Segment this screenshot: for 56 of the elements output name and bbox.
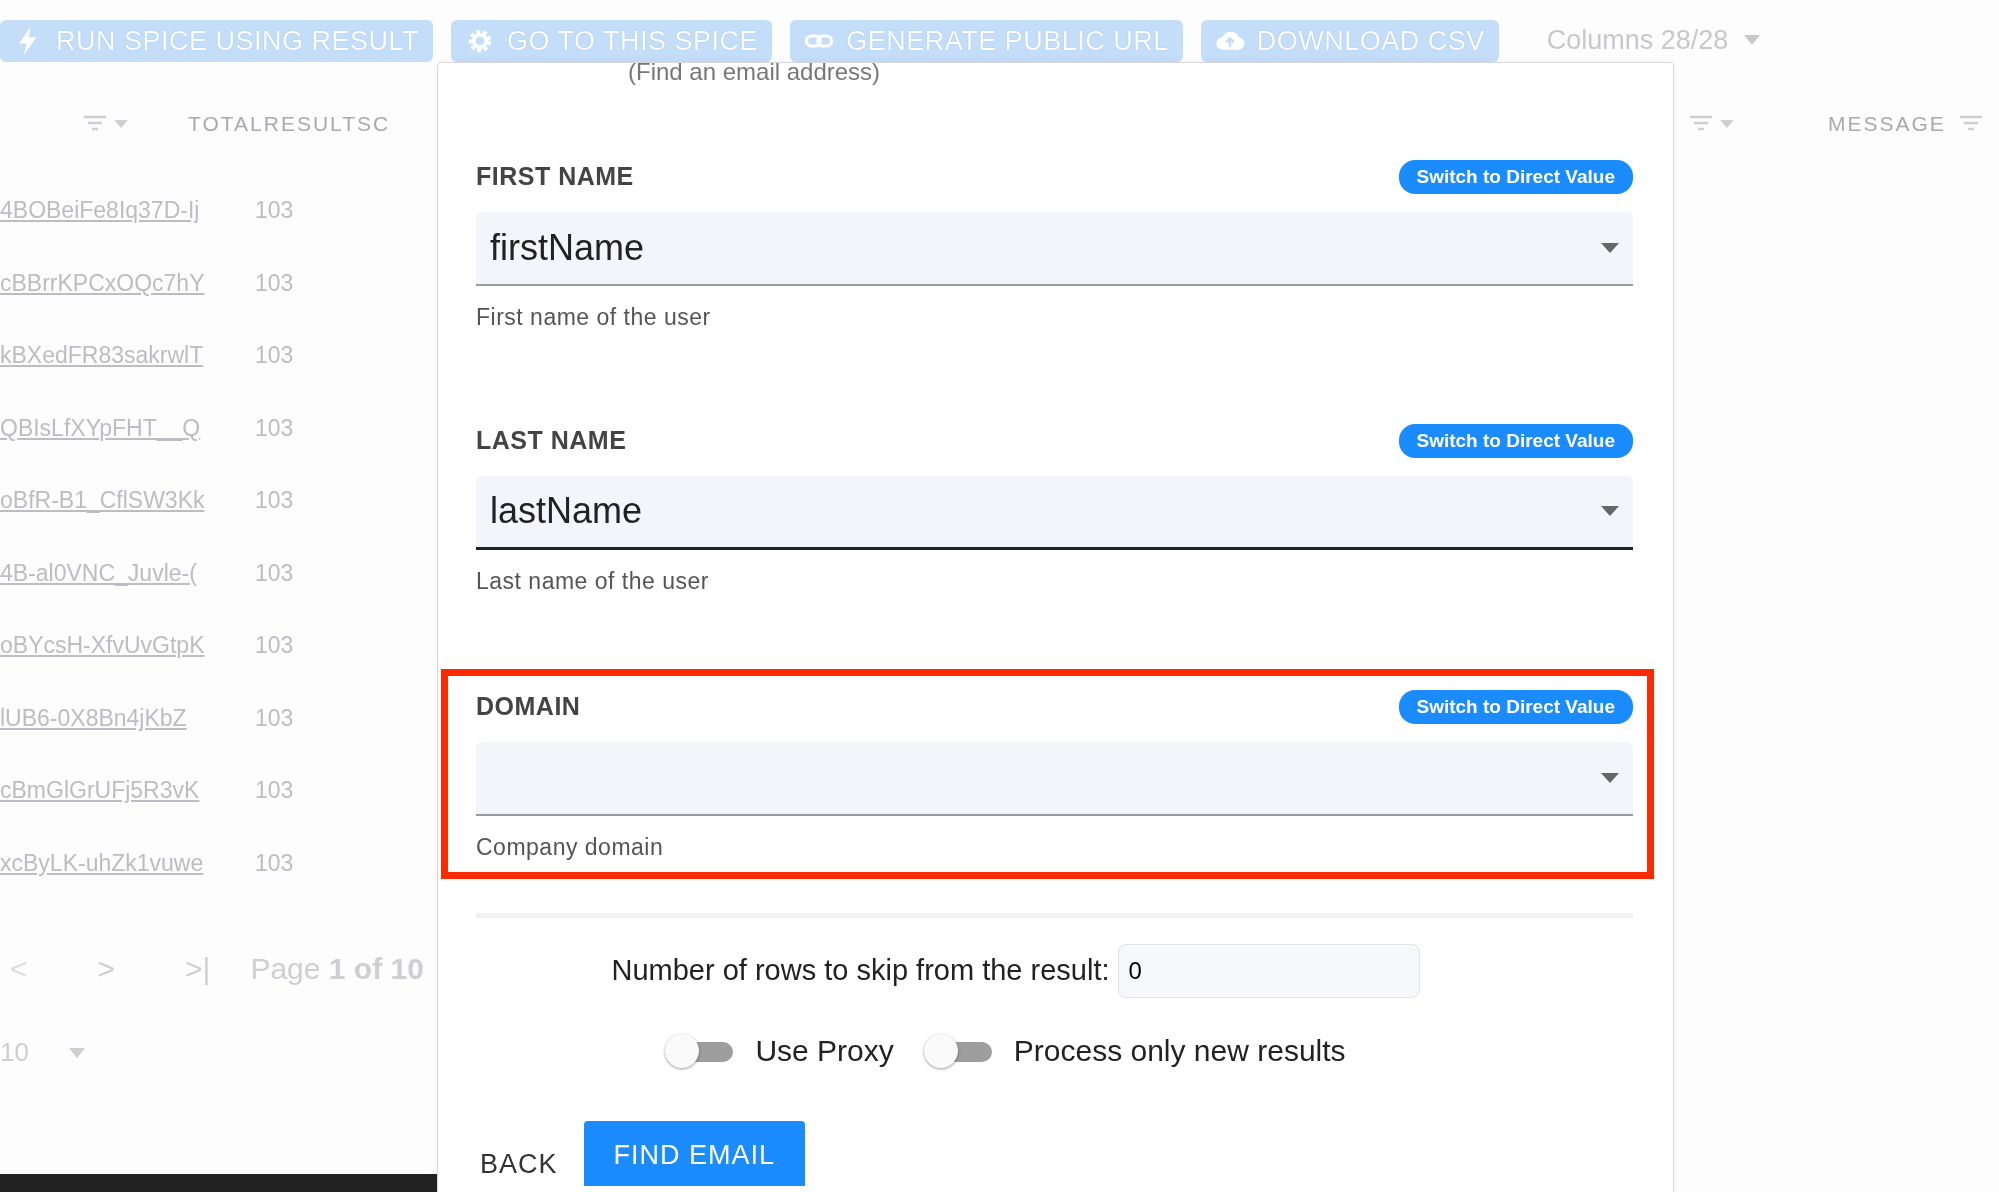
table-link[interactable]: 4B-al0VNC_Juvle-( — [0, 555, 215, 590]
skip-input[interactable]: 0 — [1117, 944, 1420, 998]
filter-icon — [1690, 115, 1736, 133]
table-link[interactable]: 4BOBeiFe8Iq37D-Ij — [0, 193, 215, 228]
dialog-subtitle: (Find an email address) — [627, 59, 882, 85]
table-cell-text: 103 — [255, 196, 294, 225]
helper-text: First name of the user — [476, 302, 712, 332]
switch-button[interactable]: Switch to Direct Value — [1398, 689, 1633, 724]
select-field[interactable] — [476, 741, 1633, 816]
last-page-button[interactable]: >| — [185, 945, 211, 991]
table-cell-text: 103 — [255, 703, 294, 733]
table-cell-text: 103 — [255, 631, 294, 660]
table-cell-text: 103 — [255, 413, 294, 443]
select-field[interactable]: lastName — [476, 475, 1633, 550]
table-cell-text: 103 — [255, 486, 294, 515]
table-cell-text: 103 — [255, 268, 294, 298]
table-cell-text: 103 — [255, 776, 294, 805]
table-link[interactable]: cBmGlGrUFj5R3vK — [0, 773, 215, 808]
filter-icon — [84, 115, 130, 133]
switch-button[interactable]: Switch to Direct Value — [1398, 423, 1633, 458]
table-cell-text: 103 — [255, 341, 294, 370]
toolbar-button[interactable]: DOWNLOAD CSV — [1200, 20, 1499, 62]
field-label: DOMAIN — [476, 691, 581, 722]
back-button[interactable]: BACK — [474, 1143, 564, 1186]
toggle-switch[interactable] — [923, 1033, 994, 1068]
next-page-button[interactable]: > — [97, 945, 116, 991]
table-link[interactable]: cBBrrKPCxOQc7hY — [0, 265, 215, 300]
helper-text: Last name of the user — [476, 566, 710, 596]
table-cell-text: 103 — [255, 558, 294, 588]
table-link[interactable]: lUB6-0X8Bn4jKbZ — [0, 700, 215, 735]
prev-page-button[interactable]: < — [10, 945, 28, 991]
caret-icon — [1601, 772, 1619, 783]
select-field[interactable]: firstName — [476, 211, 1633, 286]
filter-icon — [1959, 115, 1984, 133]
caret-icon — [1601, 506, 1619, 516]
caret-icon — [1744, 35, 1761, 46]
toolbar-button[interactable]: RUN SPICE USING RESULT — [0, 20, 434, 62]
table-link[interactable]: xcByLK-uhZk1vuwe — [0, 845, 215, 880]
table-link[interactable]: kBXedFR83sakrwlT — [0, 338, 215, 373]
table-link[interactable]: QBIsLfXYpFHT__Q — [0, 410, 215, 445]
column-header: MESSAGE — [1828, 111, 1946, 138]
toggle-label: Use Proxy — [755, 1033, 894, 1069]
switch-button[interactable]: Switch to Direct Value — [1398, 159, 1633, 194]
field-label: LAST NAME — [476, 425, 627, 456]
helper-text: Company domain — [476, 832, 665, 862]
toolbar-button[interactable]: GO TO THIS SPICE — [451, 20, 773, 62]
caret-icon — [68, 1047, 85, 1058]
find-email-button[interactable]: FIND EMAIL — [583, 1121, 806, 1186]
skip-label: Number of rows to skip from the result: — [611, 953, 1110, 989]
table-cell-text: 103 — [255, 848, 294, 878]
field-label: FIRST NAME — [476, 161, 634, 192]
toggle-label: Process only new results — [1013, 1033, 1346, 1069]
caret-icon — [1601, 242, 1619, 253]
table-link[interactable]: oBYcsH-XfvUvGtpK — [0, 628, 215, 663]
table-link[interactable]: oBfR-B1_CflSW3Kk — [0, 483, 215, 518]
toolbar-button[interactable]: GENERATE PUBLIC URL — [790, 20, 1183, 62]
